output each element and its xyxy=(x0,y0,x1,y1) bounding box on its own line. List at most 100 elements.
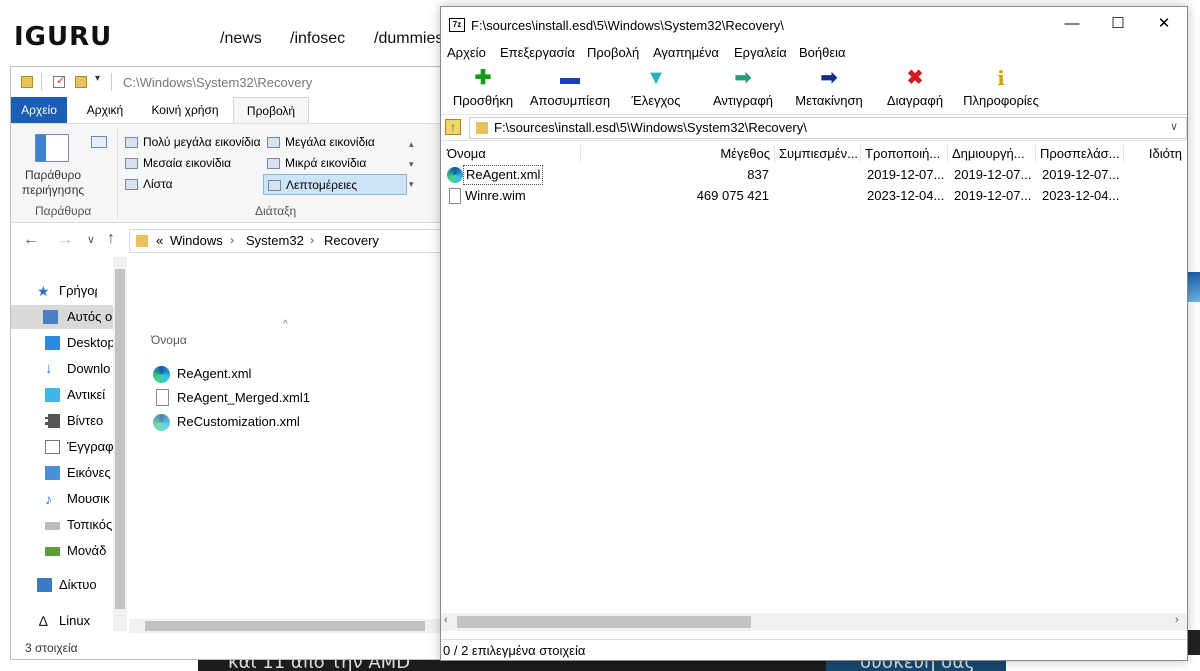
penguin-icon: ∆ xyxy=(39,613,48,629)
new-folder-icon[interactable] xyxy=(75,76,87,88)
edge-file-icon xyxy=(447,167,463,183)
menu-edit[interactable]: Επεξεργασία xyxy=(500,45,575,60)
up-arrow-icon[interactable]: ↑ xyxy=(107,230,115,248)
file-name: Winre.wim xyxy=(465,188,526,203)
layout-list[interactable]: Λίστα xyxy=(121,174,173,195)
info-button[interactable]: i Πληροφορίες xyxy=(959,63,1043,115)
column-header-accessed[interactable]: Προσπελάσ... xyxy=(1036,145,1124,163)
column-header-modified[interactable]: Τροποποιή... xyxy=(861,145,948,163)
chevron-down-icon[interactable]: ∨ xyxy=(1170,120,1178,133)
menu-file[interactable]: Αρχείο xyxy=(447,45,486,60)
file-item[interactable]: ReCustomization.xml xyxy=(153,411,300,433)
menu-favorites[interactable]: Αγαπημένα xyxy=(653,45,719,60)
up-folder-icon[interactable]: ↑ xyxy=(445,119,461,135)
menu-tools[interactable]: Εργαλεία xyxy=(734,45,787,60)
scrollbar-thumb[interactable] xyxy=(115,269,125,609)
navigation-pane-icon[interactable] xyxy=(35,134,69,162)
sevenzip-address-row: ↑ F:\sources\install.esd\5\Windows\Syste… xyxy=(441,115,1187,141)
delete-icon: ✖ xyxy=(906,67,924,89)
scroll-right-icon[interactable]: › xyxy=(1175,614,1179,626)
layout-small-icons[interactable]: Μικρά εικονίδια xyxy=(263,153,366,174)
recent-chevron-icon[interactable]: ∨ xyxy=(87,233,95,246)
site-nav-news[interactable]: /news xyxy=(220,30,262,48)
breadcrumb-windows[interactable]: Windows xyxy=(170,233,223,248)
edge-file-icon xyxy=(153,414,170,431)
nav-quick-access[interactable]: ★Γρήγορη xyxy=(11,279,97,303)
layout-gallery: Πολύ μεγάλα εικονίδια Μεγάλα εικονίδια Μ… xyxy=(121,132,423,198)
desktop-icon xyxy=(45,336,60,350)
file-created: 2019-12-07... xyxy=(954,167,1032,182)
extract-icon: ▬ xyxy=(560,67,580,89)
forward-arrow-icon[interactable]: → xyxy=(57,231,73,249)
file-item[interactable]: ReAgent_Merged.xml1 xyxy=(153,387,310,409)
column-header-created[interactable]: Δημιουργή... xyxy=(948,145,1036,163)
layout-details[interactable]: Λεπτομέρειες xyxy=(263,174,407,195)
chevron-down-icon[interactable]: ▾ xyxy=(95,73,100,84)
breadcrumb[interactable]: « Windows › System32 › Recovery xyxy=(129,229,441,253)
navigation-pane-button[interactable]: Παράθυρο περιήγησης xyxy=(21,168,85,198)
menu-help[interactable]: Βοήθεια xyxy=(799,45,846,60)
file-accessed: 2023-12-04... xyxy=(1042,188,1120,203)
menu-view[interactable]: Προβολή xyxy=(587,45,639,60)
gallery-scroll-icon[interactable]: ▴ ▾ ▾ xyxy=(409,134,414,194)
column-header-packed[interactable]: Συμπιεσμέν... xyxy=(775,145,861,163)
layout-medium-icons[interactable]: Μεσαία εικονίδια xyxy=(121,153,231,174)
column-header-attributes[interactable]: Ιδιότη xyxy=(1124,145,1186,163)
sevenzip-address-field[interactable]: F:\sources\install.esd\5\Windows\System3… xyxy=(469,117,1187,139)
test-button[interactable]: ▼ Έλεγχος xyxy=(621,63,691,115)
nav-linux[interactable]: ∆ Linux xyxy=(11,609,97,633)
move-button[interactable]: ➡ Μετακίνηση xyxy=(789,63,869,115)
close-button[interactable]: ✕ xyxy=(1141,7,1187,41)
layout-group-label: Διάταξη xyxy=(255,204,297,218)
back-arrow-icon[interactable]: ← xyxy=(23,231,39,249)
breadcrumb-overflow[interactable]: « xyxy=(156,233,163,248)
scroll-left-icon[interactable]: ‹ xyxy=(444,614,448,626)
table-row[interactable]: ReAgent.xml 837 2019-12-07... 2019-12-07… xyxy=(441,165,1187,185)
sevenzip-file-list: Όνομα Μέγεθος Συμπιεσμέν... Τροποποιή...… xyxy=(441,141,1187,621)
layout-extra-large-icons[interactable]: Πολύ μεγάλα εικονίδια xyxy=(121,132,261,153)
tab-home[interactable]: Αρχική xyxy=(77,97,133,123)
column-header-size[interactable]: Μέγεθος xyxy=(581,145,775,163)
folder-icon xyxy=(136,235,148,247)
ribbon-tabs: Αρχείο Αρχική Κοινή χρήση Προβολή xyxy=(11,97,441,123)
layout-large-icons[interactable]: Μεγάλα εικονίδια xyxy=(263,132,375,153)
panes-group-label: Παράθυρα xyxy=(35,204,92,218)
explorer-address-row: ← → ∨ ↑ « Windows › System32 › Recovery xyxy=(11,225,441,257)
minimize-button[interactable]: — xyxy=(1049,7,1095,41)
explorer-title-path: C:\Windows\System32\Recovery xyxy=(123,75,313,90)
file-item[interactable]: ReAgent.xml xyxy=(153,363,251,385)
tab-file[interactable]: Αρχείο xyxy=(11,97,67,123)
drive-icon xyxy=(45,522,60,530)
tab-share[interactable]: Κοινή χρήση xyxy=(141,97,229,123)
computer-icon xyxy=(43,310,58,324)
cube-icon xyxy=(45,388,60,402)
sevenzip-app-icon: 7z xyxy=(449,18,465,32)
nav-network[interactable]: Δίκτυο xyxy=(11,573,97,597)
chevron-right-icon: › xyxy=(230,233,234,247)
column-header-name[interactable]: Όνομα xyxy=(151,333,187,347)
separator xyxy=(111,73,112,91)
document-icon xyxy=(45,440,60,454)
site-nav-dummies[interactable]: /dummies xyxy=(374,30,443,48)
site-logo[interactable]: IGURU xyxy=(14,22,112,52)
add-button[interactable]: ✚ Προσθήκη xyxy=(445,63,521,115)
preview-pane-icon[interactable] xyxy=(91,136,107,148)
nav-this-pc[interactable]: Αυτός ο xyxy=(11,305,125,329)
explorer-status-bar: 3 στοιχεία xyxy=(25,641,78,655)
extract-button[interactable]: ▬ Αποσυμπίεση xyxy=(525,63,615,115)
ribbon-view: Παράθυρο περιήγησης Παράθυρα Πολύ μεγάλα… xyxy=(11,123,441,223)
properties-icon[interactable]: ✓ xyxy=(53,75,65,88)
test-icon: ▼ xyxy=(646,67,666,89)
breadcrumb-recovery[interactable]: Recovery xyxy=(324,233,379,248)
copy-button[interactable]: ➡ Αντιγραφή xyxy=(705,63,781,115)
delete-button[interactable]: ✖ Διαγραφή xyxy=(881,63,949,115)
tab-view[interactable]: Προβολή xyxy=(233,97,309,123)
maximize-button[interactable]: ☐ xyxy=(1095,7,1141,41)
layout-icon xyxy=(125,158,138,169)
scrollbar-thumb[interactable] xyxy=(457,616,751,628)
scrollbar-thumb[interactable] xyxy=(145,621,425,631)
site-nav-infosec[interactable]: /infosec xyxy=(290,30,345,48)
column-header-name[interactable]: Όνομα xyxy=(443,145,581,163)
breadcrumb-system32[interactable]: System32 xyxy=(246,233,304,248)
table-row[interactable]: Winre.wim 469 075 421 2023-12-04... 2019… xyxy=(441,186,1187,206)
